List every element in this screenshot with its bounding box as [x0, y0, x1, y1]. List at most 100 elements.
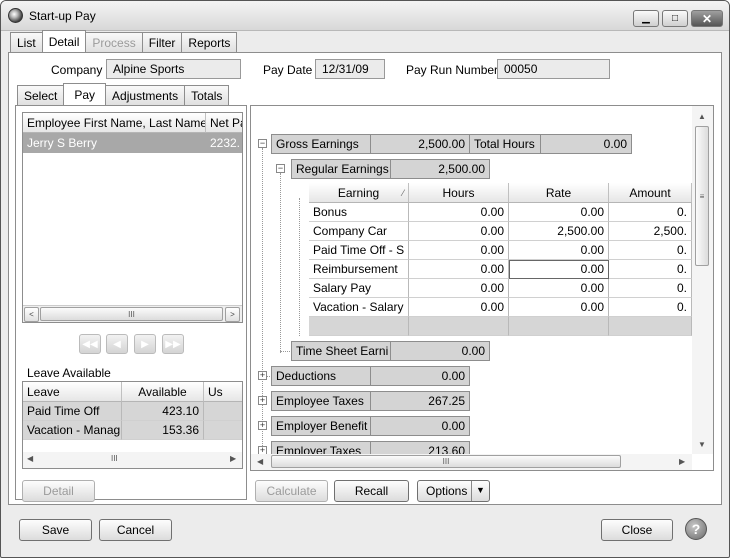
earning-row-earning[interactable]: Paid Time Off - S — [309, 241, 409, 260]
prev-icon: ◀ — [113, 338, 121, 350]
title-bar: Start-up Pay ▁ □ ✕ — [1, 1, 729, 31]
cancel-button[interactable]: Cancel — [99, 519, 172, 541]
tab-pay[interactable]: Pay — [63, 83, 107, 105]
scroll-left-icon[interactable]: < — [24, 307, 39, 322]
earning-row-hours[interactable]: 0.00 — [409, 279, 509, 298]
earning-row-rate[interactable]: 2,500.00 — [509, 222, 609, 241]
column-earning[interactable]: Earning ⁄ — [309, 183, 409, 203]
new-row-cell[interactable] — [509, 317, 609, 336]
time-sheet-label: Time Sheet Earni — [291, 341, 391, 361]
tab-adjustments[interactable]: Adjustments — [105, 85, 186, 105]
first-record-button[interactable]: ◀◀ — [79, 334, 101, 354]
maximize-button[interactable]: □ — [662, 10, 688, 27]
collapse-icon[interactable]: − — [276, 164, 285, 173]
regular-earnings-label: Regular Earnings — [291, 159, 391, 179]
earning-row-hours[interactable]: 0.00 — [409, 260, 509, 279]
earnings-vscrollbar[interactable]: ▲ ≡ ▼ — [692, 106, 713, 454]
earning-row-rate[interactable]: 0.00 — [509, 241, 609, 260]
employee-row-name[interactable]: Jerry S Berry — [23, 133, 206, 153]
tab-detail[interactable]: Detail — [41, 30, 87, 52]
new-row-cell[interactable] — [409, 317, 509, 336]
earning-row-amount[interactable]: 0. — [609, 298, 692, 317]
leave-row-name[interactable]: Vacation - Manag — [23, 421, 122, 440]
tab-list[interactable]: List — [10, 32, 43, 52]
employee-hscrollbar[interactable]: < III > — [23, 305, 242, 322]
earning-row-hours[interactable]: 0.00 — [409, 241, 509, 260]
earning-row-earning[interactable]: Salary Pay — [309, 279, 409, 298]
column-used[interactable]: Us — [204, 382, 242, 402]
scroll-up-icon[interactable]: ▲ — [698, 112, 706, 121]
new-row-cell[interactable] — [309, 317, 409, 336]
earnings-hscrollbar[interactable]: ◀ III ▶ — [251, 454, 692, 470]
tab-totals[interactable]: Totals — [184, 85, 230, 105]
scroll-left-icon[interactable]: ◀ — [27, 454, 33, 463]
employee-grid: Employee First Name, Last Name Net Pa Je… — [22, 112, 243, 323]
earning-row-hours[interactable]: 0.00 — [409, 298, 509, 317]
earning-row-hours[interactable]: 0.00 — [409, 203, 509, 222]
scroll-left-icon[interactable]: ◀ — [257, 457, 263, 466]
close-window-button[interactable]: ✕ — [691, 10, 723, 27]
earning-row-earning[interactable]: Reimbursement — [309, 260, 409, 279]
earning-row-amount[interactable]: 0. — [609, 279, 692, 298]
column-net-pay[interactable]: Net Pa — [206, 113, 242, 133]
earning-row-amount[interactable]: 0. — [609, 241, 692, 260]
scroll-thumb[interactable]: III — [271, 455, 621, 468]
scroll-thumb[interactable]: ≡ — [695, 126, 709, 266]
collapse-icon[interactable]: − — [258, 139, 267, 148]
column-employee-name[interactable]: Employee First Name, Last Name — [23, 113, 206, 133]
earning-row-rate[interactable]: 0.00 — [509, 203, 609, 222]
employer-benefit-label: Employer Benefit — [271, 416, 371, 436]
leave-hscrollbar[interactable]: ◀ III ▶ — [23, 452, 242, 468]
column-amount[interactable]: Amount — [609, 183, 692, 203]
prev-record-button[interactable]: ◀ — [106, 334, 128, 354]
expand-icon[interactable]: + — [258, 421, 267, 430]
earning-row-amount[interactable]: 0. — [609, 260, 692, 279]
earning-row-hours[interactable]: 0.00 — [409, 222, 509, 241]
save-button[interactable]: Save — [19, 519, 92, 541]
next-record-button[interactable]: ▶ — [134, 334, 156, 354]
column-hours[interactable]: Hours — [409, 183, 509, 203]
column-leave[interactable]: Leave — [23, 382, 122, 402]
earning-row-earning[interactable]: Company Car — [309, 222, 409, 241]
earning-row-earning[interactable]: Bonus — [309, 203, 409, 222]
company-label: Company — [51, 63, 103, 77]
scroll-right-icon[interactable]: > — [225, 307, 240, 322]
expand-icon[interactable]: + — [258, 396, 267, 405]
employee-row-net[interactable]: 2232. — [206, 133, 242, 153]
close-button[interactable]: Close — [601, 519, 673, 541]
tab-select[interactable]: Select — [17, 85, 65, 105]
earning-row-rate[interactable]: 0.00 — [509, 279, 609, 298]
sub-tab-bar: Select Pay Adjustments Totals — [17, 83, 230, 105]
new-row-cell[interactable] — [609, 317, 692, 336]
tab-filter[interactable]: Filter — [141, 32, 183, 52]
sort-icon: ⁄ — [402, 187, 404, 198]
leave-row-used[interactable] — [204, 402, 242, 421]
employee-taxes-label: Employee Taxes — [271, 391, 371, 411]
scroll-down-icon[interactable]: ▼ — [698, 440, 706, 449]
earning-row-rate[interactable]: 0.00 — [509, 260, 609, 279]
leave-row-name[interactable]: Paid Time Off — [23, 402, 122, 421]
scroll-right-icon[interactable]: ▶ — [230, 454, 236, 463]
tab-reports[interactable]: Reports — [181, 32, 238, 52]
column-rate[interactable]: Rate — [509, 183, 609, 203]
leave-row-used[interactable] — [204, 421, 242, 440]
leave-row-available[interactable]: 153.36 — [122, 421, 204, 440]
pay-date-field: 12/31/09 — [315, 59, 385, 79]
help-button[interactable]: ? — [685, 518, 707, 540]
options-button[interactable]: Options ▼ — [417, 480, 490, 502]
scroll-thumb[interactable]: III — [40, 307, 223, 321]
expand-icon[interactable]: + — [258, 371, 267, 380]
leave-row-available[interactable]: 423.10 — [122, 402, 204, 421]
pay-date-label: Pay Date — [263, 63, 313, 77]
recall-button[interactable]: Recall — [334, 480, 409, 502]
column-available[interactable]: Available — [122, 382, 204, 402]
earning-row-rate[interactable]: 0.00 — [509, 298, 609, 317]
last-record-button[interactable]: ▶▶ — [162, 334, 184, 354]
earning-row-amount[interactable]: 2,500. — [609, 222, 692, 241]
earning-row-amount[interactable]: 0. — [609, 203, 692, 222]
scroll-right-icon[interactable]: ▶ — [679, 457, 685, 466]
minimize-button[interactable]: ▁ — [633, 10, 659, 27]
earning-row-earning[interactable]: Vacation - Salary — [309, 298, 409, 317]
start-up-pay-window: Start-up Pay ▁ □ ✕ List Detail Process F… — [0, 0, 730, 558]
scroll-thumb[interactable]: III — [111, 454, 118, 463]
